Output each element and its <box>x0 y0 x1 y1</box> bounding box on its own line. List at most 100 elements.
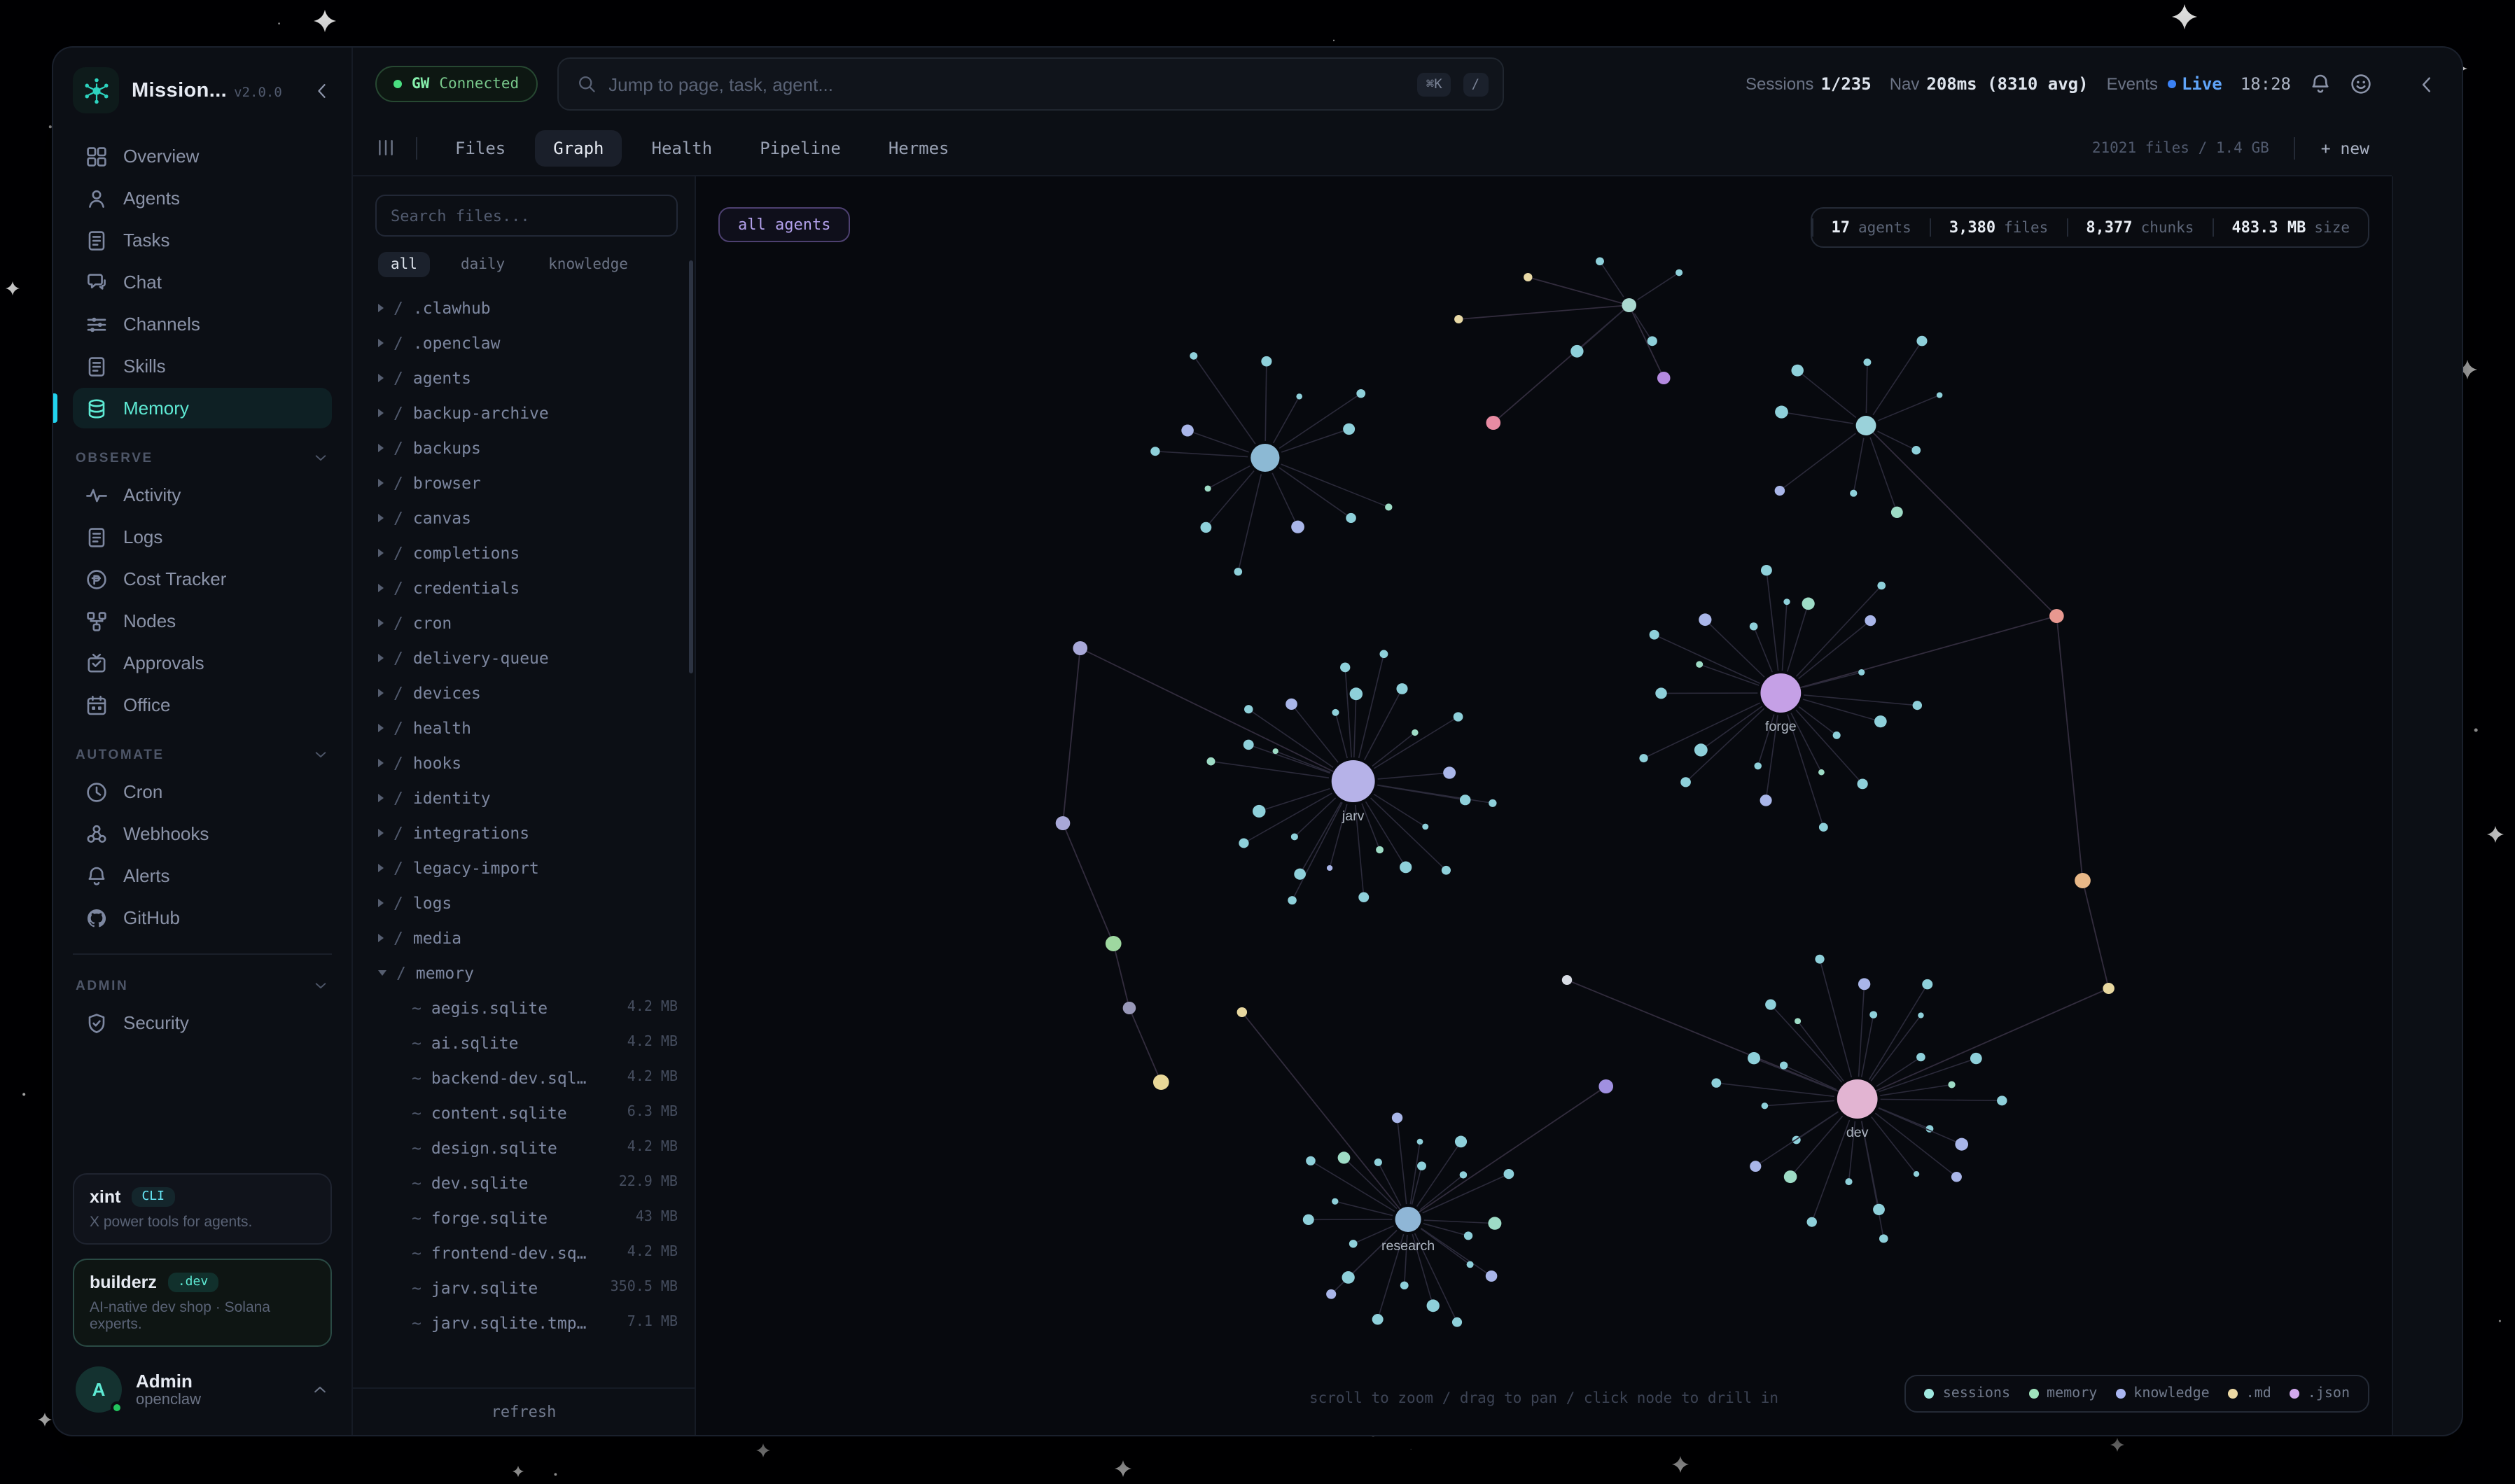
promo-card-xint[interactable]: xint CLI X power tools for agents. <box>73 1173 332 1245</box>
tree-row[interactable]: / devices <box>375 675 678 710</box>
file-row[interactable]: ~ content.sqlite 6.3 MB <box>375 1095 678 1130</box>
tree-row[interactable]: / canvas <box>375 500 678 535</box>
pulse-icon <box>85 484 108 506</box>
sidebar-nav-item[interactable]: Cost Tracker <box>73 559 332 599</box>
sidebar-nav-item[interactable]: Logs <box>73 517 332 557</box>
global-search[interactable]: ⌘K / <box>557 57 1503 111</box>
search-icon <box>576 74 596 94</box>
tree-row[interactable]: / .clawhub <box>375 290 678 325</box>
tree-row[interactable]: / completions <box>375 535 678 570</box>
section-observe-items: Activity Logs Cost Tracker Nodes <box>73 475 332 727</box>
dir-name: integrations <box>413 822 529 842</box>
user-name: Admin <box>136 1370 201 1392</box>
dir-name: .clawhub <box>413 298 491 317</box>
tree-row[interactable]: / identity <box>375 780 678 815</box>
sidebar-nav-item[interactable]: Webhooks <box>73 813 332 854</box>
tree-row[interactable]: / credentials <box>375 570 678 605</box>
promo-card-builderz[interactable]: builderz .dev AI-native dev shop · Solan… <box>73 1259 332 1347</box>
sidebar-nav-item[interactable]: Channels <box>73 304 332 344</box>
file-row[interactable]: ~ jarv.sqlite 350.5 MB <box>375 1270 678 1305</box>
tree-row[interactable]: / media <box>375 920 678 955</box>
sidebar-nav-item[interactable]: GitHub <box>73 897 332 938</box>
sidebar-nav-label: Skills <box>123 356 166 377</box>
legend-label: memory <box>2047 1386 2097 1401</box>
sidebar-nav-item[interactable]: Skills <box>73 346 332 386</box>
tree-row[interactable]: / delivery-queue <box>375 640 678 675</box>
tree-row[interactable]: / integrations <box>375 815 678 850</box>
tree-row[interactable]: / agents <box>375 360 678 395</box>
tree-row[interactable]: / health <box>375 710 678 745</box>
section-header-automate[interactable]: AUTOMATE <box>76 746 329 763</box>
dir-name: backups <box>413 438 481 457</box>
file-search-input[interactable] <box>391 206 662 225</box>
tab[interactable]: Files <box>437 130 524 166</box>
refresh-button[interactable]: refresh <box>492 1403 557 1421</box>
sidebar-nav-item[interactable]: Cron <box>73 771 332 812</box>
sidebar-nav-item[interactable]: Alerts <box>73 855 332 896</box>
tab[interactable]: Hermes <box>870 130 968 166</box>
file-row[interactable]: ~ dev.sqlite 22.9 MB <box>375 1165 678 1200</box>
chevron-down-icon <box>312 449 329 466</box>
file-row[interactable]: ~ aegis.sqlite 4.2 MB <box>375 990 678 1025</box>
filter-chip[interactable]: all <box>378 252 430 277</box>
sidebar-nav-item[interactable]: Overview <box>73 136 332 176</box>
file-row[interactable]: ~ frontend-dev.sq… 4.2 MB <box>375 1235 678 1270</box>
filter-chip[interactable]: daily <box>448 252 517 277</box>
file-row[interactable]: ~ backend-dev.sql… 4.2 MB <box>375 1060 678 1095</box>
tree-row[interactable]: / backup-archive <box>375 395 678 430</box>
legend-item: memory <box>2028 1386 2097 1401</box>
right-panel-expand-icon[interactable] <box>2416 74 2437 95</box>
file-row[interactable]: ~ design.sqlite 4.2 MB <box>375 1130 678 1165</box>
user-menu[interactable]: A Admin openclaw <box>73 1361 332 1418</box>
dir-name: identity <box>413 788 491 807</box>
right-rail-divider <box>2392 176 2393 1435</box>
view-columns-icon[interactable] <box>375 137 396 158</box>
file-row[interactable]: ~ forge.sqlite 43 MB <box>375 1200 678 1235</box>
file-row[interactable]: ~ jarv.sqlite.tmp… 7.1 MB <box>375 1305 678 1340</box>
smiley-icon[interactable] <box>2350 73 2372 95</box>
sidebar-nav-label: Memory <box>123 398 189 419</box>
sidebar-nav-item[interactable]: Security <box>73 1002 332 1043</box>
sidebar-nav-item[interactable]: Activity <box>73 475 332 515</box>
tree-row[interactable]: / browser <box>375 465 678 500</box>
section-header-admin[interactable]: ADMIN <box>76 977 329 994</box>
tree-row[interactable]: / .openclaw <box>375 325 678 360</box>
tree-row[interactable]: / cron <box>375 605 678 640</box>
tree-row[interactable]: / logs <box>375 885 678 920</box>
dir-name: completions <box>413 542 520 562</box>
chevron-up-icon <box>311 1380 329 1399</box>
tab[interactable]: Pipeline <box>741 130 859 166</box>
sidebar-nav-item[interactable]: Memory <box>73 388 332 428</box>
gateway-status-badge[interactable]: GW Connected <box>375 66 537 102</box>
sidebar-nav-item[interactable]: Office <box>73 685 332 725</box>
graph-hint: scroll to zoom / drag to pan / click nod… <box>1309 1390 1778 1407</box>
sidebar-nav-item[interactable]: Nodes <box>73 601 332 641</box>
tab[interactable]: Health <box>634 130 731 166</box>
sidebar-nav-item[interactable]: Approvals <box>73 643 332 683</box>
search-input[interactable] <box>608 74 1405 94</box>
sidebar-nav-label: Agents <box>123 188 180 209</box>
sidebar-nav-item[interactable]: Chat <box>73 262 332 302</box>
sidebar-nav-item[interactable]: Tasks <box>73 220 332 260</box>
tab-divider <box>416 136 417 159</box>
filter-chip[interactable]: knowledge <box>536 252 641 277</box>
tree-row[interactable]: / legacy-import <box>375 850 678 885</box>
memory-graph[interactable]: jarvforgedevresearch <box>696 176 2392 1435</box>
file-panel-scrollbar[interactable] <box>689 260 693 673</box>
user-icon <box>85 187 108 209</box>
tree-row[interactable]: / backups <box>375 430 678 465</box>
expander-triangle-icon <box>378 969 386 975</box>
section-header-observe[interactable]: OBSERVE <box>76 449 329 466</box>
new-file-button[interactable]: + new <box>2321 138 2369 158</box>
sidebar-nav-item[interactable]: Agents <box>73 178 332 218</box>
tab[interactable]: Graph <box>535 130 622 166</box>
grid-icon <box>85 145 108 167</box>
file-search[interactable] <box>375 195 678 237</box>
agents-filter-chip[interactable]: all agents <box>718 207 850 242</box>
tree-row[interactable]: / memory <box>375 955 678 990</box>
notifications-bell-icon[interactable] <box>2309 73 2332 95</box>
dir-name: legacy-import <box>413 858 539 877</box>
tree-row[interactable]: / hooks <box>375 745 678 780</box>
sidebar-collapse-icon[interactable] <box>312 80 332 100</box>
file-row[interactable]: ~ ai.sqlite 4.2 MB <box>375 1025 678 1060</box>
